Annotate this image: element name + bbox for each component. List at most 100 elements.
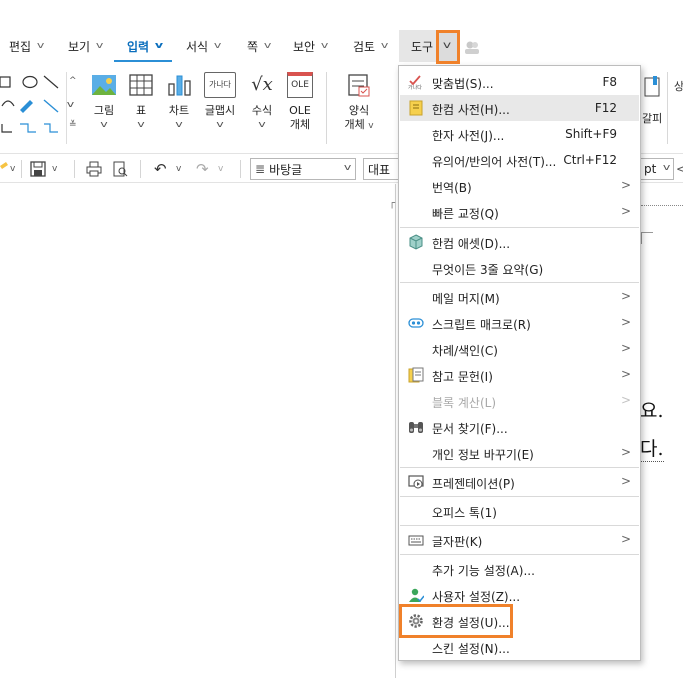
menu-item-label: 글자판(K) — [432, 535, 483, 549]
menu-item-references[interactable]: 참고 문헌(I) > — [400, 362, 639, 388]
menu-item-shortcut: F12 — [594, 101, 617, 115]
menu-item-label: 문서 찾기(F)... — [432, 422, 508, 436]
menu-item-office-talk[interactable]: 오피스 톡(1) — [400, 498, 639, 524]
chevron-down-icon: v — [154, 41, 164, 51]
menu-item-find-document[interactable]: 문서 찾기(F)... — [400, 414, 639, 440]
style-select[interactable]: ≣ 바탕글 v — [250, 158, 356, 180]
menu-separator — [400, 554, 639, 555]
tab-insert[interactable]: 입력 v — [127, 30, 164, 62]
user-account-icon[interactable] — [464, 39, 480, 54]
menu-item-spellcheck[interactable]: 가나다 맞춤법(S)... F8 — [400, 69, 639, 95]
chevron-down-icon[interactable]: v — [176, 158, 181, 180]
form-object-label-2: 개체 v — [344, 118, 374, 131]
tab-format[interactable]: 서식 v — [186, 30, 221, 62]
bookmark-icon[interactable] — [642, 76, 662, 98]
style-select-value: 바탕글 — [269, 162, 303, 177]
insert-form-object-button[interactable]: 양식 개체 v — [340, 72, 378, 133]
chevron-down-icon: v — [343, 163, 352, 173]
menu-item-presentation[interactable]: 프레젠테이션(P) > — [400, 469, 639, 495]
font-select[interactable]: 대표 — [363, 158, 399, 180]
menu-item-hancom-dictionary[interactable]: 한컴 사전(H)... F12 — [400, 95, 639, 121]
menu-item-block-calc: 블록 계산(L) > — [400, 388, 639, 414]
save-icon[interactable] — [30, 158, 46, 180]
insert-picture-button[interactable]: 그림 v — [88, 72, 120, 130]
chart-label: 차트 — [168, 104, 190, 117]
redo-icon[interactable]: ↷ — [196, 158, 209, 180]
chevron-down-icon[interactable]: v — [52, 158, 57, 180]
chevron-right-icon: > — [620, 204, 631, 218]
picture-icon — [91, 72, 117, 98]
insert-chart-button[interactable]: 차트 v — [164, 72, 194, 130]
print-icon[interactable] — [86, 158, 102, 180]
menu-item-change-personal-info[interactable]: 개인 정보 바꾸기(E) > — [400, 440, 639, 466]
insert-table-button[interactable]: 표 v — [126, 72, 156, 130]
tab-view[interactable]: 보기 v — [68, 30, 103, 62]
menu-separator — [400, 525, 639, 526]
ole-label: OLE — [289, 104, 311, 117]
menu-item-addon-settings[interactable]: 추가 기능 설정(A)... — [400, 556, 639, 582]
hwp-window: 편집 v 보기 v 입력 v 서식 v 쪽v 보안 v 검토 v 도구 v ^ … — [0, 0, 683, 678]
shape-gallery-scroll[interactable]: ^ v ≚ — [66, 72, 80, 144]
menu-item-label: 차례/색인(C) — [432, 344, 498, 358]
doc-text-line-1: 요. — [640, 400, 664, 422]
menu-item-hanja-dictionary[interactable]: 한자 사전(J)... Shift+F9 — [400, 121, 639, 147]
insert-equation-button[interactable]: √x 수식 v — [246, 72, 278, 130]
tab-tools-label: 도구 — [411, 39, 434, 54]
wordart-label: 글맵시 — [204, 104, 236, 117]
tab-review-label: 검토 — [353, 39, 376, 54]
print-preview-icon[interactable] — [112, 158, 128, 180]
menu-separator — [400, 496, 639, 497]
chevron-down-icon[interactable]: v — [10, 158, 15, 180]
asset-cube-icon — [408, 234, 424, 250]
tab-security[interactable]: 보안 v — [293, 30, 328, 62]
menu-item-label: 개인 정보 바꾸기(E) — [432, 448, 534, 462]
macro-icon — [408, 315, 424, 331]
bar-chart-icon — [166, 72, 192, 98]
menu-item-keyboard-layout[interactable]: 글자판(K) > — [400, 527, 639, 553]
menu-item-shortcut: Shift+F9 — [565, 127, 617, 141]
doc-text-line-2: 다. — [640, 434, 664, 462]
chevron-down-icon[interactable]: v — [218, 158, 223, 180]
menu-item-mail-merge[interactable]: 메일 머지(M) > — [400, 284, 639, 310]
menu-item-label: 무엇이든 3줄 요약(G) — [432, 263, 544, 277]
chevron-right-icon: > — [620, 289, 631, 303]
active-tab-underline — [114, 60, 172, 62]
insert-ole-button[interactable]: OLE OLE 개체 — [284, 72, 316, 132]
menu-item-thesaurus[interactable]: 유의어/반의어 사전(T)... Ctrl+F12 — [400, 147, 639, 173]
chevron-down-icon: v — [37, 41, 45, 51]
tab-edit[interactable]: 편집 v — [9, 30, 45, 62]
menu-item-translate[interactable]: 번역(B) > — [400, 173, 639, 199]
menu-item-label: 오피스 톡(1) — [432, 506, 497, 520]
tab-page[interactable]: 쪽v — [247, 30, 271, 62]
menu-item-label: 참고 문헌(I) — [432, 370, 493, 384]
menu-item-label: 빠른 교정(Q) — [432, 207, 499, 221]
tab-review[interactable]: 검토 v — [353, 30, 388, 62]
toolbar-separator — [21, 160, 22, 178]
menu-separator — [400, 467, 639, 468]
chevron-right-icon: > — [620, 178, 631, 192]
undo-icon[interactable]: ↶ — [154, 158, 167, 180]
table-icon — [128, 72, 154, 98]
menu-item-quick-correct[interactable]: 빠른 교정(Q) > — [400, 199, 639, 225]
menu-item-hancom-asset[interactable]: 한컴 애셋(D)... — [400, 229, 639, 255]
ribbon-overflow-partial: 상 — [674, 80, 683, 93]
shape-tools-grid[interactable] — [0, 74, 64, 146]
bookmark-label[interactable]: 갈피 — [642, 110, 662, 126]
spinner-partial[interactable]: < — [676, 158, 683, 180]
menu-item-3line-summary[interactable]: 무엇이든 3줄 요약(G) — [400, 255, 639, 281]
menu-item-script-macro[interactable]: 스크립트 매크로(R) > — [400, 310, 639, 336]
menu-item-toc-index[interactable]: 차례/색인(C) > — [400, 336, 639, 362]
menu-separator — [400, 282, 639, 283]
tab-security-label: 보안 — [293, 39, 316, 54]
insert-wordart-button[interactable]: 가나다 글맵시 v — [200, 72, 240, 130]
menu-item-label: 메일 머지(M) — [432, 292, 500, 306]
presentation-icon — [408, 474, 424, 490]
keyboard-icon — [408, 532, 424, 548]
chevron-right-icon: > — [620, 445, 631, 459]
chevron-down-icon: v — [66, 100, 75, 110]
chevron-down-icon: v — [258, 120, 266, 130]
highlight-icon[interactable] — [0, 158, 8, 180]
menu-item-label: 한자 사전(J)... — [432, 129, 505, 143]
tab-page-label: 쪽 — [247, 39, 259, 54]
unit-select[interactable]: pt v — [640, 158, 674, 180]
